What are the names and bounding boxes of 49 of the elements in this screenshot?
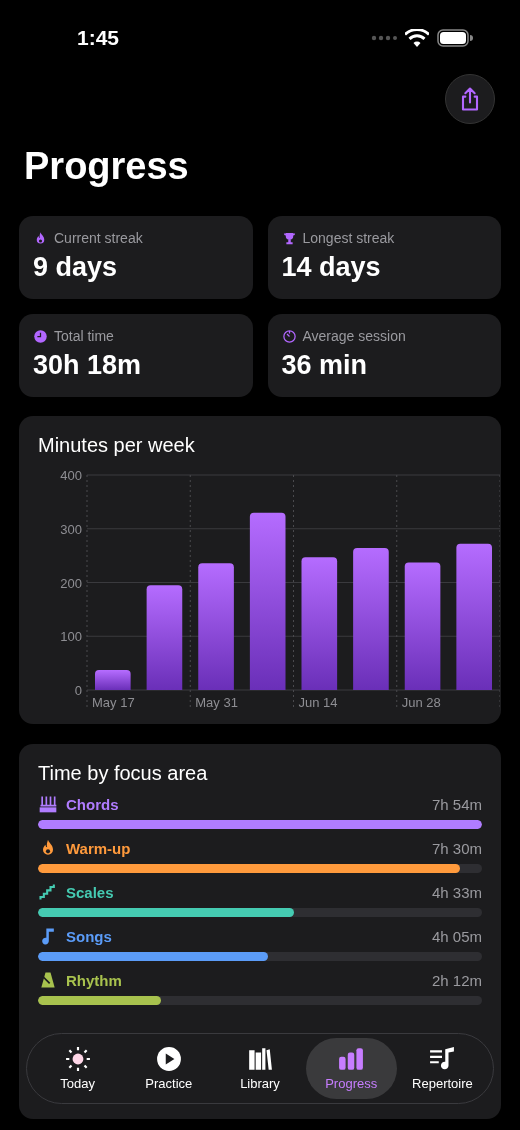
signal-icon (371, 35, 397, 41)
axis-label: May 17 (92, 695, 135, 710)
focus-name: Rhythm (66, 971, 123, 989)
chart-title: Minutes per week (38, 434, 196, 457)
wifi-icon (405, 29, 429, 47)
trophy-icon (281, 230, 297, 246)
books-icon (246, 1046, 274, 1072)
stat-label: Current streak (54, 230, 143, 246)
focus-time: 4h 33m (431, 883, 482, 901)
stat-value: 14 days (281, 252, 382, 283)
timer-icon (281, 328, 297, 344)
focus-time: 4h 05m (431, 927, 482, 945)
sun-icon (63, 1046, 92, 1072)
axis-label: 100 (60, 629, 82, 645)
tab[interactable]: Library (214, 1038, 306, 1099)
stat-value: 30h 18m (33, 350, 143, 381)
music-list-icon (428, 1046, 457, 1072)
axis-label: 300 (60, 521, 82, 537)
battery-icon (437, 29, 473, 47)
bar (95, 670, 131, 690)
axis-label: 200 (60, 575, 82, 591)
play-icon (154, 1046, 183, 1072)
page-title: Progress (24, 144, 190, 188)
bar-chart-icon (337, 1046, 366, 1072)
tab[interactable]: Progress (305, 1038, 397, 1099)
focus-name: Chords (66, 795, 120, 813)
axis-label: Jun 28 (401, 695, 441, 710)
stat-label: Total time (54, 328, 114, 344)
status-time: 1:45 (77, 26, 120, 50)
axis-label: 400 (60, 468, 82, 483)
stat-label: Longest streak (302, 230, 395, 246)
focus-time: 2h 12m (431, 971, 482, 989)
axis-label: Jun 14 (298, 695, 338, 710)
focus-name: Scales (66, 883, 115, 901)
stat-label: Average session (302, 328, 406, 344)
stat-value: 9 days (33, 252, 119, 283)
tab[interactable]: Repertoire (396, 1038, 488, 1099)
tab[interactable]: Today (32, 1038, 124, 1099)
axis-label: 0 (74, 683, 82, 698)
clock-icon (33, 328, 48, 344)
focus-time: 7h 30m (431, 839, 482, 857)
tab[interactable]: Practice (123, 1038, 215, 1099)
section-title: Time by focus area (38, 762, 209, 785)
focus-name: Songs (66, 927, 113, 945)
focus-name: Warm-up (66, 839, 132, 857)
stat-value: 36 min (281, 350, 369, 381)
axis-label: May 31 (195, 695, 238, 710)
focus-time: 7h 54m (431, 795, 482, 813)
share-button[interactable] (445, 74, 495, 124)
